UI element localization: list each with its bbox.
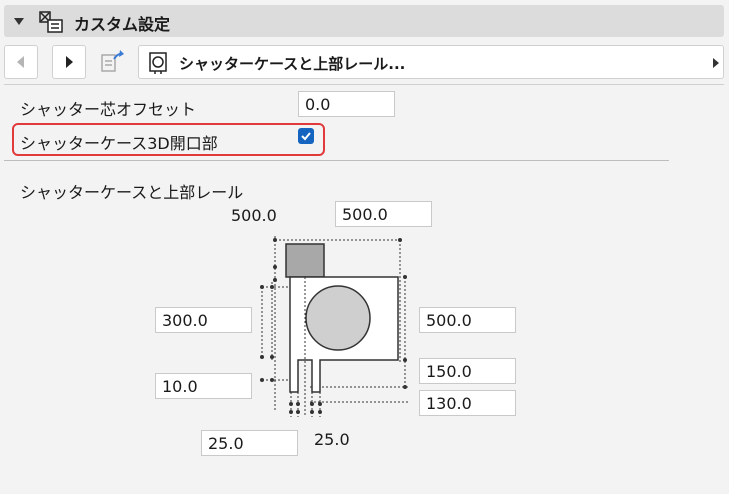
selected-page-label: シャッターケースと上部レール... (179, 55, 406, 73)
opening-label: シャッターケース3D開口部 (20, 134, 218, 153)
export-doc-icon (101, 50, 124, 72)
dim-right-low-input[interactable] (419, 390, 516, 416)
shutter-case-icon (149, 52, 167, 74)
chevron-left-icon (17, 56, 24, 68)
page-selector[interactable]: シャッターケースと上部レール... (138, 45, 724, 79)
dim-left-height-input[interactable] (155, 307, 252, 333)
panel-header[interactable]: カスタム設定 (4, 5, 724, 37)
offset-input[interactable] (298, 91, 395, 117)
section-divider (4, 160, 669, 161)
panel-title: カスタム設定 (74, 15, 171, 34)
opening-checkbox[interactable] (298, 128, 314, 144)
divider (4, 84, 724, 85)
forward-button[interactable] (52, 45, 86, 79)
back-button[interactable] (4, 45, 38, 79)
dim-right-height-input[interactable] (419, 307, 516, 333)
custom-settings-icon (39, 11, 63, 33)
shutter-case-diagram (260, 236, 410, 417)
chevron-right-icon (66, 56, 73, 68)
check-icon (301, 132, 311, 141)
dim-right-mid-input[interactable] (419, 358, 516, 384)
chevron-right-icon[interactable] (713, 58, 719, 68)
dim-bottom-left-input[interactable] (201, 430, 298, 456)
section-title: シャッターケースと上部レール (20, 183, 244, 202)
offset-label: シャッター芯オフセット (20, 100, 197, 119)
dim-top-right-input[interactable] (335, 201, 432, 227)
collapse-triangle-icon[interactable] (14, 18, 24, 25)
dim-bottom-right-value: 25.0 (314, 430, 350, 449)
dim-left-small-input[interactable] (155, 373, 252, 399)
nav-bar: シャッターケースと上部レール... (4, 45, 724, 79)
dim-top-left-value: 500.0 (231, 206, 277, 225)
export-button[interactable] (96, 45, 130, 79)
